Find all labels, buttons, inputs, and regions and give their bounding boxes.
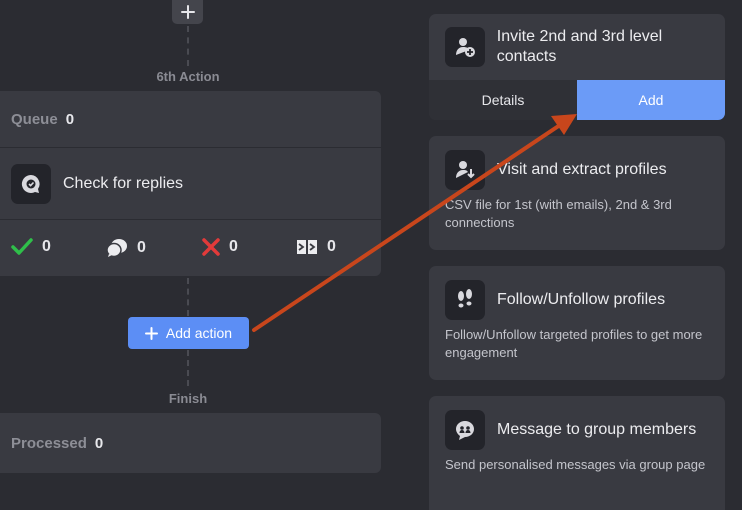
reply-check-icon [11, 163, 51, 204]
processed-count: 0 [94, 434, 104, 452]
plus-icon [180, 5, 195, 19]
panel-title: Invite 2nd and 3rd level contacts [496, 28, 663, 65]
stats-row: 0 0 0 0 [0, 220, 381, 276]
action-row[interactable]: Check for replies [0, 148, 381, 220]
action-card[interactable]: Queue 0 Check for replies 0 0 0 0 [0, 91, 381, 276]
stat-skipped[interactable]: 0 [296, 238, 336, 256]
panel-header: Invite 2nd and 3rd level contacts [429, 14, 725, 80]
skipped-icon [297, 240, 317, 254]
add-action-label: Add action [165, 325, 233, 341]
stat-success[interactable]: 0 [11, 238, 51, 256]
connector-line [187, 26, 189, 66]
panel-header: Follow/Unfollow profiles [429, 266, 725, 326]
plus-icon [144, 326, 158, 340]
queue-count: 0 [65, 110, 75, 128]
stat-failed[interactable]: 0 [202, 238, 238, 256]
invite-contact-icon [445, 27, 485, 67]
panel-header: Visit and extract profiles [429, 136, 725, 196]
action-option-group-message[interactable]: Message to group members Send personalis… [429, 396, 725, 510]
add-action-button[interactable]: Add action [128, 317, 249, 349]
cross-icon [202, 238, 220, 256]
connector-line [187, 278, 189, 316]
panel-description: CSV file for 1st (with emails), 2nd & 3r… [445, 197, 672, 230]
panel-description: Follow/Unfollow targeted profiles to get… [445, 327, 703, 360]
group-message-icon [445, 410, 485, 450]
download-profile-icon [445, 150, 485, 190]
replies-icon [106, 239, 127, 258]
processed-label: Processed [11, 434, 87, 452]
panel-description: Send personalised messages via group pag… [445, 457, 706, 472]
details-tab[interactable]: Details [429, 80, 577, 120]
queue-label: Queue [11, 110, 58, 128]
footsteps-icon [445, 280, 485, 320]
insert-step-button[interactable] [172, 0, 203, 24]
stat-skipped-value: 0 [327, 238, 336, 255]
panel-header: Message to group members [429, 396, 725, 456]
queue-row: Queue 0 [0, 91, 381, 148]
processed-row: Processed 0 [0, 413, 381, 473]
checkmark-icon [11, 238, 33, 255]
stat-success-value: 0 [42, 238, 51, 255]
action-option-follow[interactable]: Follow/Unfollow profiles Follow/Unfollow… [429, 266, 725, 380]
panel-title: Visit and extract profiles [497, 161, 667, 178]
action-option-invite[interactable]: Invite 2nd and 3rd level contacts Detail… [429, 14, 725, 120]
step-label: 6th Action [156, 69, 220, 84]
action-option-visit-extract[interactable]: Visit and extract profiles CSV file for … [429, 136, 725, 250]
add-tab[interactable]: Add [577, 80, 725, 120]
finish-label: Finish [168, 391, 208, 406]
action-title: Check for replies [63, 174, 184, 192]
panel-title: Follow/Unfollow profiles [497, 291, 666, 308]
connector-line [187, 350, 189, 386]
stat-replies-value: 0 [137, 239, 146, 256]
panel-title: Message to group members [497, 421, 697, 438]
processed-card: Processed 0 [0, 413, 381, 473]
workflow-canvas: 6th Action Queue 0 Check for replies 0 0… [0, 0, 400, 498]
stat-failed-value: 0 [229, 238, 238, 255]
stat-replies[interactable]: 0 [106, 238, 146, 258]
panel-tabs: Details Add [429, 80, 725, 120]
